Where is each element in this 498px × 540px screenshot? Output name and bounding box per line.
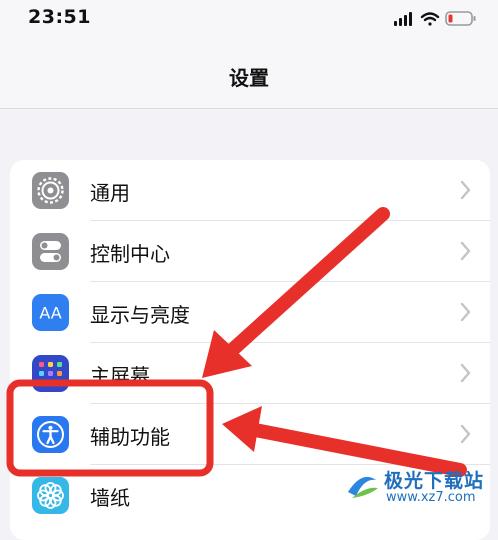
settings-row-display-brightness[interactable]: AA 显示与亮度 xyxy=(10,282,490,343)
display-aa-icon: AA xyxy=(32,294,69,331)
wifi-icon xyxy=(420,12,440,26)
nav-bar: 设置 xyxy=(0,36,498,109)
accessibility-icon xyxy=(32,416,69,453)
settings-row-label: 控制中心 xyxy=(90,242,170,266)
settings-row-label: 显示与亮度 xyxy=(90,303,190,327)
watermark-logo-icon xyxy=(344,468,380,504)
chevron-right-icon xyxy=(460,180,471,200)
home-screen-grid-icon xyxy=(32,355,69,392)
watermark-name: 极光下载站 xyxy=(384,470,485,492)
wallpaper-flower-icon xyxy=(32,477,69,514)
settings-row-control-center[interactable]: 控制中心 xyxy=(10,221,490,282)
cellular-signal-icon xyxy=(394,12,412,26)
chevron-right-icon xyxy=(460,424,471,444)
page-title: 设置 xyxy=(229,66,269,90)
chevron-right-icon xyxy=(460,363,471,383)
settings-row-label: 通用 xyxy=(90,181,130,205)
settings-row-accessibility[interactable]: 辅助功能 xyxy=(10,404,490,465)
settings-row-label: 主屏幕 xyxy=(90,364,150,388)
settings-row-home-screen[interactable]: 主屏幕 xyxy=(10,343,490,404)
watermark: 极光下载站 www.xz7.com xyxy=(342,462,492,512)
settings-row-label: 辅助功能 xyxy=(90,425,170,449)
chevron-right-icon xyxy=(460,302,471,322)
watermark-url: www.xz7.com xyxy=(386,490,476,505)
chevron-right-icon xyxy=(460,241,471,261)
toggles-icon xyxy=(32,233,69,270)
settings-row-label: 墙纸 xyxy=(90,486,130,510)
status-bar: 23:51 xyxy=(0,0,498,36)
status-icons xyxy=(380,9,480,27)
battery-icon xyxy=(445,11,476,26)
status-time: 23:51 xyxy=(28,6,91,28)
settings-row-general[interactable]: 通用 xyxy=(10,160,490,221)
gear-icon xyxy=(32,172,69,209)
svg-text:AA: AA xyxy=(39,304,61,323)
